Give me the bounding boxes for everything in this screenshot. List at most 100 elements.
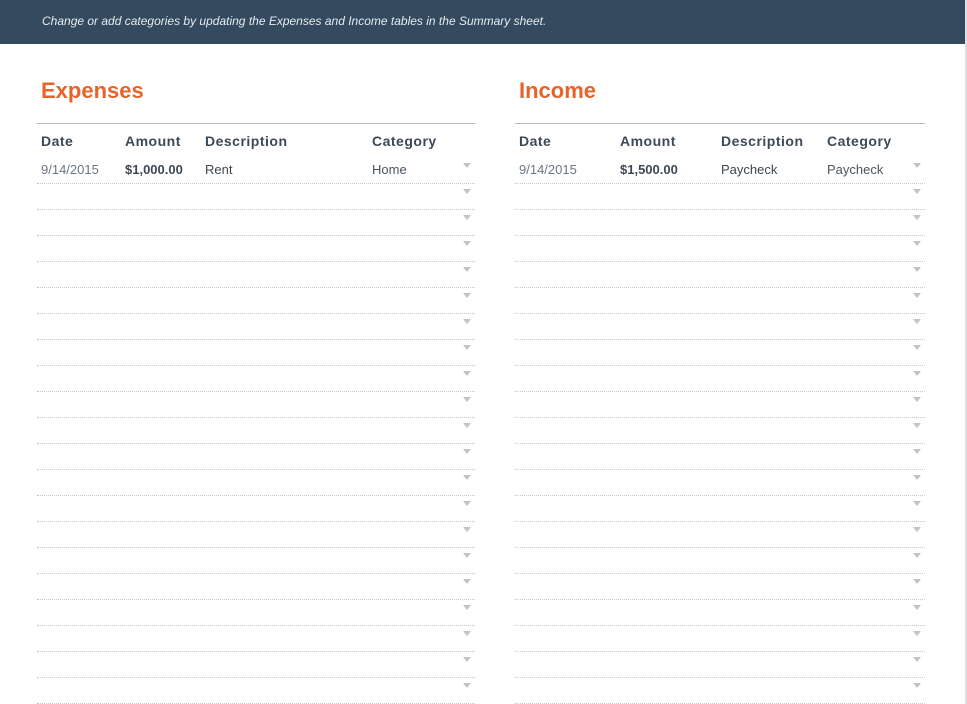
column-header-description[interactable]: Description <box>205 133 288 149</box>
chevron-down-icon[interactable] <box>463 215 471 220</box>
table-row[interactable] <box>37 210 475 236</box>
table-row[interactable] <box>37 392 475 418</box>
table-row[interactable] <box>37 574 475 600</box>
chevron-down-icon[interactable] <box>913 527 921 532</box>
table-row[interactable] <box>515 522 925 548</box>
table-row[interactable] <box>515 678 925 704</box>
chevron-down-icon[interactable] <box>913 241 921 246</box>
chevron-down-icon[interactable] <box>913 319 921 324</box>
chevron-down-icon[interactable] <box>463 163 471 168</box>
table-row[interactable] <box>37 678 475 704</box>
chevron-down-icon[interactable] <box>463 501 471 506</box>
column-header-category[interactable]: Category <box>827 133 892 149</box>
chevron-down-icon[interactable] <box>913 501 921 506</box>
table-row[interactable] <box>515 236 925 262</box>
chevron-down-icon[interactable] <box>463 397 471 402</box>
table-row[interactable] <box>515 392 925 418</box>
table-row[interactable] <box>37 652 475 678</box>
date-cell[interactable]: 9/14/2015 <box>41 162 99 177</box>
description-cell[interactable]: Paycheck <box>721 162 777 177</box>
table-row[interactable] <box>515 626 925 652</box>
chevron-down-icon[interactable] <box>913 553 921 558</box>
chevron-down-icon[interactable] <box>913 397 921 402</box>
amount-cell[interactable]: $1,500.00 <box>620 162 678 177</box>
column-header-amount[interactable]: Amount <box>125 133 181 149</box>
chevron-down-icon[interactable] <box>463 345 471 350</box>
table-row[interactable] <box>515 496 925 522</box>
table-row[interactable] <box>37 600 475 626</box>
chevron-down-icon[interactable] <box>913 657 921 662</box>
table-row[interactable] <box>37 314 475 340</box>
chevron-down-icon[interactable] <box>913 423 921 428</box>
chevron-down-icon[interactable] <box>463 371 471 376</box>
chevron-down-icon[interactable] <box>913 605 921 610</box>
chevron-down-icon[interactable] <box>463 579 471 584</box>
table-row[interactable] <box>37 184 475 210</box>
table-row[interactable] <box>515 210 925 236</box>
table-row[interactable] <box>515 470 925 496</box>
table-row[interactable] <box>37 340 475 366</box>
table-row[interactable] <box>37 496 475 522</box>
chevron-down-icon[interactable] <box>463 189 471 194</box>
table-row[interactable]: 9/14/2015 $1,000.00 Rent Home <box>37 158 475 184</box>
table-row[interactable] <box>515 262 925 288</box>
table-row[interactable] <box>515 366 925 392</box>
chevron-down-icon[interactable] <box>913 579 921 584</box>
chevron-down-icon[interactable] <box>913 293 921 298</box>
table-row[interactable] <box>515 548 925 574</box>
column-header-date[interactable]: Date <box>519 133 551 149</box>
chevron-down-icon[interactable] <box>463 423 471 428</box>
table-row[interactable] <box>515 652 925 678</box>
chevron-down-icon[interactable] <box>463 605 471 610</box>
column-header-date[interactable]: Date <box>41 133 73 149</box>
chevron-down-icon[interactable] <box>913 189 921 194</box>
chevron-down-icon[interactable] <box>913 267 921 272</box>
chevron-down-icon[interactable] <box>463 319 471 324</box>
chevron-down-icon[interactable] <box>913 475 921 480</box>
table-row[interactable] <box>515 314 925 340</box>
description-cell[interactable]: Rent <box>205 162 232 177</box>
table-row[interactable] <box>37 262 475 288</box>
table-row[interactable] <box>515 340 925 366</box>
chevron-down-icon[interactable] <box>463 449 471 454</box>
chevron-down-icon[interactable] <box>463 241 471 246</box>
column-header-description[interactable]: Description <box>721 133 804 149</box>
chevron-down-icon[interactable] <box>913 631 921 636</box>
chevron-down-icon[interactable] <box>913 163 921 168</box>
chevron-down-icon[interactable] <box>913 215 921 220</box>
table-row[interactable] <box>515 418 925 444</box>
chevron-down-icon[interactable] <box>463 657 471 662</box>
table-row[interactable] <box>515 288 925 314</box>
chevron-down-icon[interactable] <box>463 293 471 298</box>
table-row[interactable] <box>37 444 475 470</box>
table-row[interactable] <box>515 600 925 626</box>
chevron-down-icon[interactable] <box>463 267 471 272</box>
table-row[interactable] <box>37 366 475 392</box>
table-row[interactable] <box>37 470 475 496</box>
chevron-down-icon[interactable] <box>913 345 921 350</box>
table-row[interactable] <box>37 548 475 574</box>
chevron-down-icon[interactable] <box>913 449 921 454</box>
chevron-down-icon[interactable] <box>463 631 471 636</box>
amount-cell[interactable]: $1,000.00 <box>125 162 183 177</box>
table-row[interactable]: 9/14/2015 $1,500.00 Paycheck Paycheck <box>515 158 925 184</box>
column-header-amount[interactable]: Amount <box>620 133 676 149</box>
table-row[interactable] <box>37 418 475 444</box>
table-row[interactable] <box>37 626 475 652</box>
table-row[interactable] <box>515 184 925 210</box>
column-header-category[interactable]: Category <box>372 133 437 149</box>
chevron-down-icon[interactable] <box>913 683 921 688</box>
table-row[interactable] <box>515 444 925 470</box>
chevron-down-icon[interactable] <box>463 683 471 688</box>
table-row[interactable] <box>515 574 925 600</box>
table-row[interactable] <box>37 236 475 262</box>
chevron-down-icon[interactable] <box>463 475 471 480</box>
date-cell[interactable]: 9/14/2015 <box>519 162 577 177</box>
chevron-down-icon[interactable] <box>913 371 921 376</box>
category-cell[interactable]: Paycheck <box>827 162 883 177</box>
table-row[interactable] <box>37 288 475 314</box>
table-row[interactable] <box>37 522 475 548</box>
chevron-down-icon[interactable] <box>463 553 471 558</box>
category-cell[interactable]: Home <box>372 162 407 177</box>
chevron-down-icon[interactable] <box>463 527 471 532</box>
